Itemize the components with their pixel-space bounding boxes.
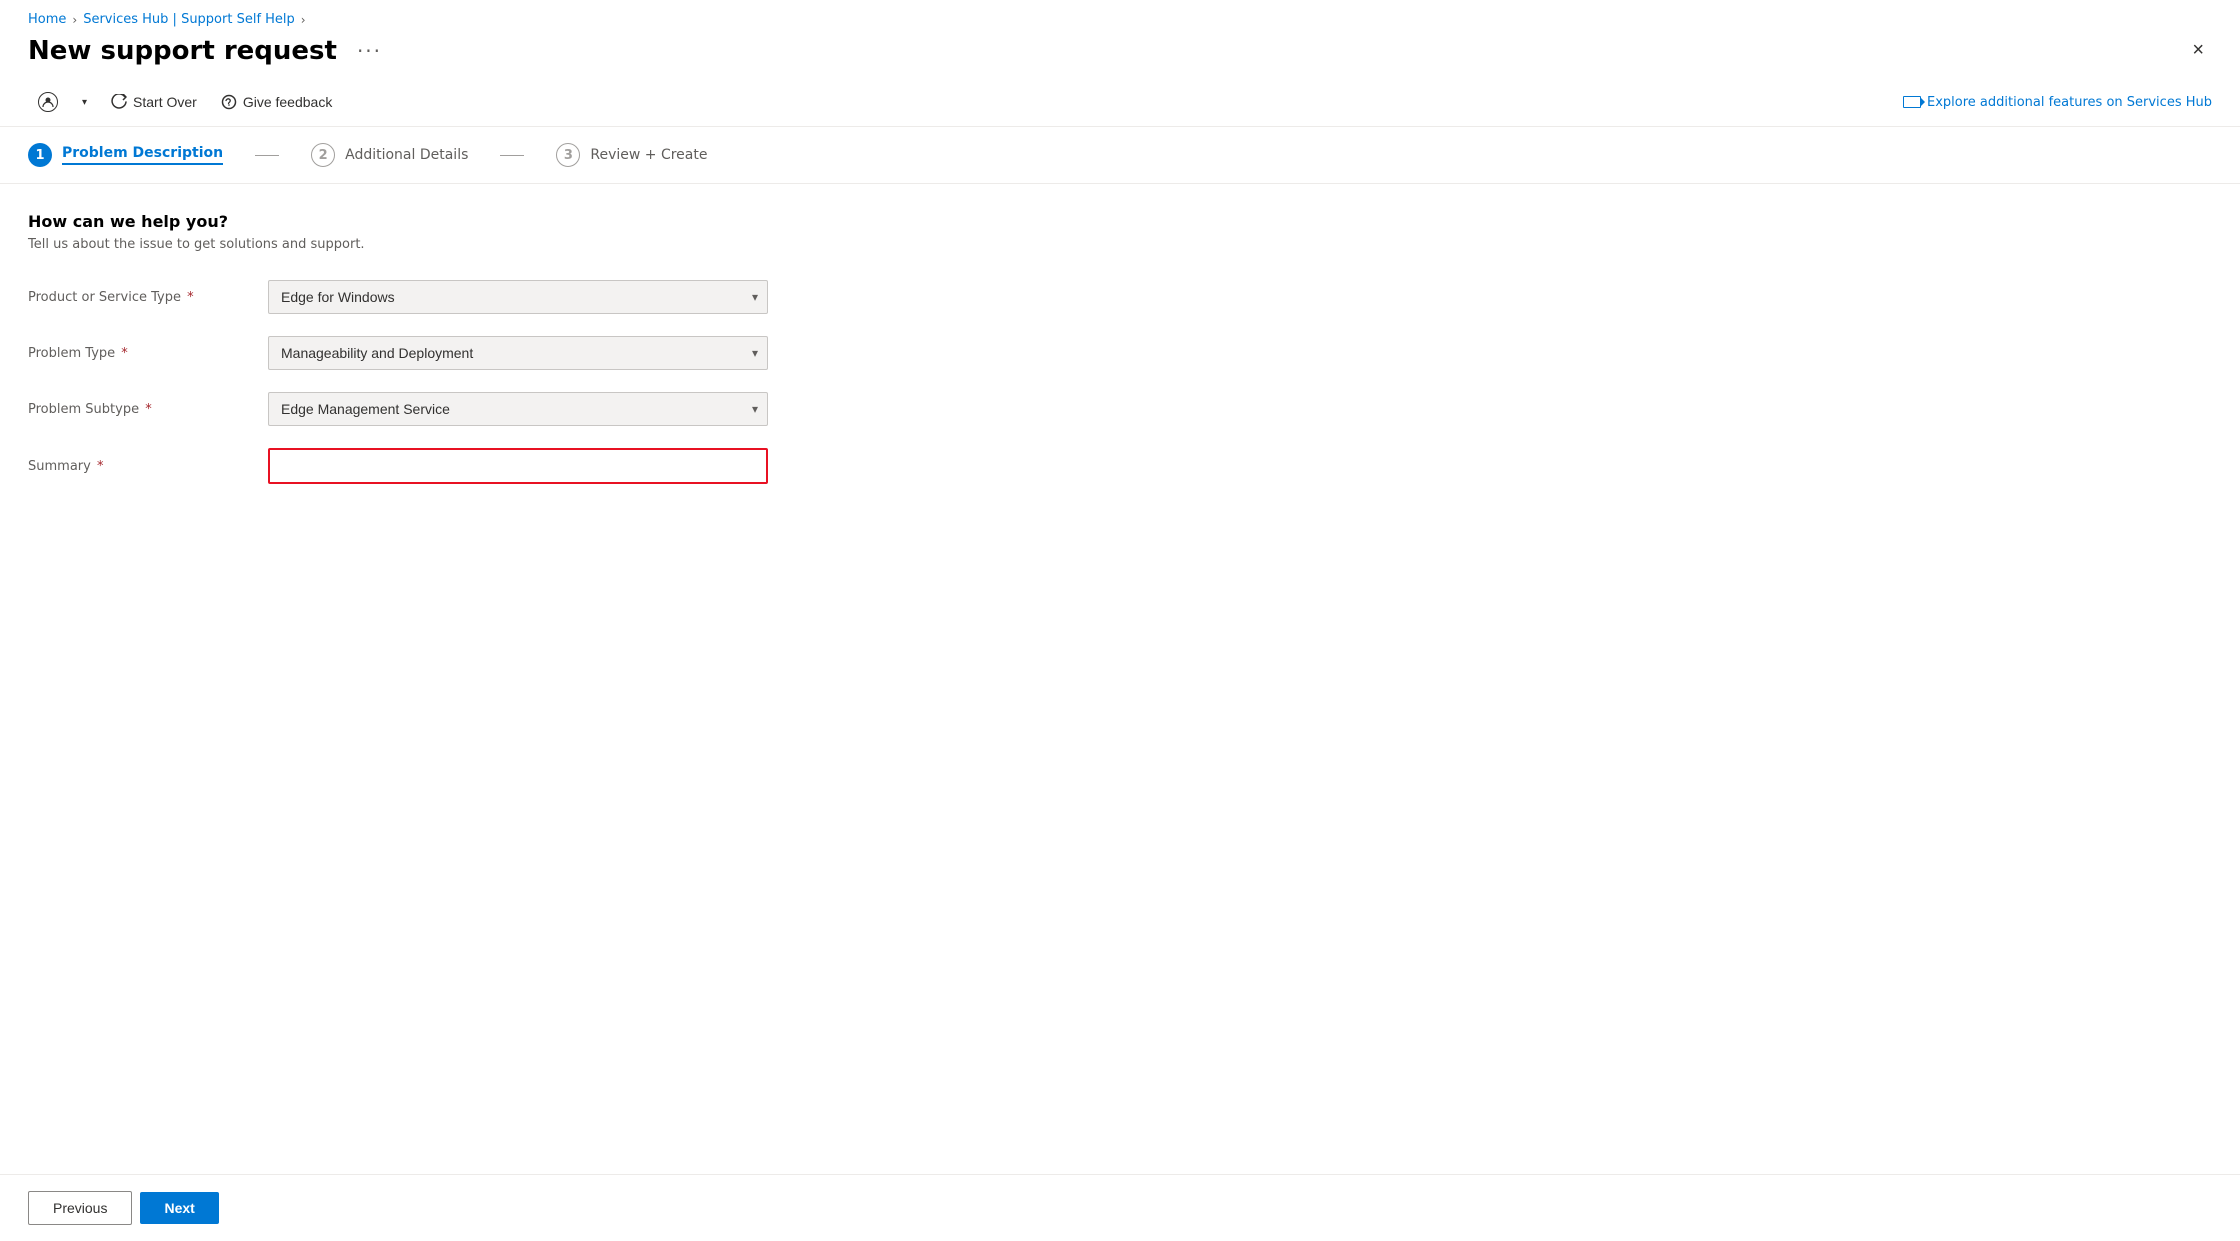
required-star-subtype: * bbox=[141, 402, 152, 417]
user-profile-button[interactable] bbox=[28, 86, 68, 118]
step-2-circle: 2 bbox=[311, 143, 335, 167]
product-service-select[interactable]: Edge for Windows bbox=[268, 280, 768, 314]
close-button[interactable]: × bbox=[2184, 35, 2212, 66]
main-content: How can we help you? Tell us about the i… bbox=[0, 184, 2240, 1174]
toolbar-left: ▾ Start Over Give feedback bbox=[28, 86, 1903, 118]
summary-row: Summary * bbox=[28, 448, 2212, 484]
user-svg bbox=[42, 96, 54, 108]
step-1-circle: 1 bbox=[28, 143, 52, 167]
user-icon bbox=[38, 92, 58, 112]
breadcrumb-services-hub[interactable]: Services Hub | Support Self Help bbox=[83, 12, 295, 27]
next-button[interactable]: Next bbox=[140, 1192, 218, 1224]
summary-label: Summary * bbox=[28, 459, 268, 474]
annotation-arrow bbox=[2152, 312, 2240, 432]
problem-subtype-select[interactable]: Edge Management Service bbox=[268, 392, 768, 426]
give-feedback-label: Give feedback bbox=[243, 94, 333, 110]
problem-type-row: Problem Type * Manageability and Deploym… bbox=[28, 336, 2212, 370]
summary-input[interactable] bbox=[268, 448, 768, 484]
breadcrumb-sep-1: › bbox=[72, 13, 77, 27]
give-feedback-button[interactable]: Give feedback bbox=[211, 88, 343, 116]
page-title: New support request bbox=[28, 36, 337, 66]
step-1-label: Problem Description bbox=[62, 145, 223, 165]
problem-subtype-label: Problem Subtype * bbox=[28, 402, 268, 417]
explore-features-link[interactable]: Explore additional features on Services … bbox=[1903, 95, 2212, 110]
product-service-row: Product or Service Type * Edge for Windo… bbox=[28, 280, 2212, 314]
chevron-down-icon: ▾ bbox=[82, 97, 87, 108]
breadcrumb-home[interactable]: Home bbox=[28, 12, 66, 27]
page-title-row: New support request ··· × bbox=[0, 31, 2240, 78]
section-subtitle: Tell us about the issue to get solutions… bbox=[28, 237, 2212, 252]
required-star-summary: * bbox=[93, 459, 104, 474]
section-title: How can we help you? bbox=[28, 212, 2212, 231]
steps-row: 1 Problem Description 2 Additional Detai… bbox=[0, 127, 2240, 184]
step-2[interactable]: 2 Additional Details bbox=[311, 143, 468, 167]
explore-label: Explore additional features on Services … bbox=[1927, 95, 2212, 110]
refresh-icon bbox=[111, 94, 127, 110]
problem-type-select-wrapper: Manageability and Deployment ▾ bbox=[268, 336, 768, 370]
product-service-label: Product or Service Type * bbox=[28, 290, 268, 305]
required-star-problem-type: * bbox=[117, 346, 128, 361]
start-over-button[interactable]: Start Over bbox=[101, 88, 207, 116]
refresh-svg bbox=[111, 94, 127, 110]
step-3-label: Review + Create bbox=[590, 147, 707, 163]
problem-type-label: Problem Type * bbox=[28, 346, 268, 361]
user-dropdown-button[interactable]: ▾ bbox=[72, 91, 97, 114]
feedback-svg bbox=[221, 94, 237, 110]
product-service-select-wrapper: Edge for Windows ▾ bbox=[268, 280, 768, 314]
more-options-button[interactable]: ··· bbox=[357, 39, 382, 63]
step-divider-1 bbox=[255, 155, 279, 156]
step-2-label: Additional Details bbox=[345, 147, 468, 163]
previous-button[interactable]: Previous bbox=[28, 1191, 132, 1225]
start-over-label: Start Over bbox=[133, 94, 197, 110]
problem-subtype-row: Problem Subtype * Edge Management Servic… bbox=[28, 392, 2212, 426]
problem-subtype-control: Edge Management Service ▾ bbox=[268, 392, 768, 426]
step-3-circle: 3 bbox=[556, 143, 580, 167]
step-divider-2 bbox=[500, 155, 524, 156]
product-service-control: Edge for Windows ▾ bbox=[268, 280, 768, 314]
explore-icon bbox=[1903, 96, 1921, 108]
step-1[interactable]: 1 Problem Description bbox=[28, 143, 223, 167]
required-star-product: * bbox=[183, 290, 194, 305]
step-3[interactable]: 3 Review + Create bbox=[556, 143, 707, 167]
breadcrumb-sep-2: › bbox=[301, 13, 306, 27]
footer: Previous Next bbox=[0, 1174, 2240, 1241]
summary-control bbox=[268, 448, 768, 484]
problem-subtype-select-wrapper: Edge Management Service ▾ bbox=[268, 392, 768, 426]
toolbar: ▾ Start Over Give feedback bbox=[0, 78, 2240, 127]
problem-type-control: Manageability and Deployment ▾ bbox=[268, 336, 768, 370]
feedback-icon bbox=[221, 94, 237, 110]
breadcrumb: Home › Services Hub | Support Self Help … bbox=[0, 0, 2240, 31]
problem-type-select[interactable]: Manageability and Deployment bbox=[268, 336, 768, 370]
